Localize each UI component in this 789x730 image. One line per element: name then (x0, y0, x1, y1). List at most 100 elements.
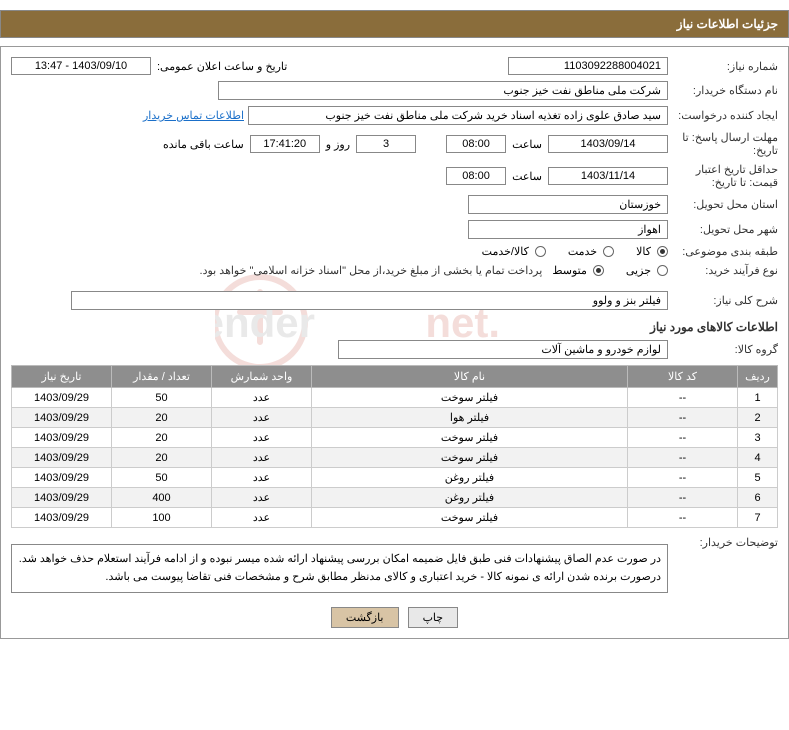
city-label: شهر محل تحویل: (668, 223, 778, 236)
deadline-date-value: 1403/09/14 (548, 135, 668, 153)
cell-name: فیلتر سوخت (312, 428, 628, 448)
table-row: 4--فیلتر سوختعدد201403/09/29 (12, 448, 778, 468)
buyer-notes-box: در صورت عدم الصاق پیشنهادات فنی طبق فایل… (11, 544, 668, 593)
back-button[interactable]: بازگشت (331, 607, 399, 628)
cell-name: فیلتر هوا (312, 408, 628, 428)
col-name: نام کالا (312, 366, 628, 388)
time-left-value: 17:41:20 (250, 135, 320, 153)
need-number-value: 1103092288004021 (508, 57, 668, 75)
cell-qty: 100 (112, 508, 212, 528)
announce-dt-label: تاریخ و ساعت اعلان عمومی: (151, 60, 293, 73)
cell-row: 2 (738, 408, 778, 428)
cell-date: 1403/09/29 (12, 508, 112, 528)
time-label-1: ساعت (506, 138, 548, 151)
radio-service-label: خدمت (568, 245, 597, 258)
cell-row: 4 (738, 448, 778, 468)
cell-qty: 400 (112, 488, 212, 508)
cell-unit: عدد (212, 428, 312, 448)
detail-panel: AriaTender .net شماره نیاز: 110309228800… (0, 46, 789, 639)
province-label: استان محل تحویل: (668, 198, 778, 211)
creator-value: سید صادق علوی زاده تغذیه اسناد خرید شرکت… (248, 106, 668, 125)
buyer-notes-line1: در صورت عدم الصاق پیشنهادات فنی طبق فایل… (18, 551, 661, 569)
deadline-time-value: 08:00 (446, 135, 506, 153)
cell-qty: 20 (112, 448, 212, 468)
cell-date: 1403/09/29 (12, 428, 112, 448)
buyer-org-label: نام دستگاه خریدار: (668, 84, 778, 97)
col-date: تاریخ نیاز (12, 366, 112, 388)
category-radios: کالا خدمت کالا/خدمت (482, 245, 668, 258)
buyer-notes-line2: درصورت برنده شدن ارائه ی نمونه کالا - خر… (18, 569, 661, 587)
validity-label: حداقل تاریخ اعتبار قیمت: تا تاریخ: (668, 163, 778, 189)
table-row: 7--فیلتر سوختعدد1001403/09/29 (12, 508, 778, 528)
group-value: لوازم خودرو و ماشین آلات (338, 340, 668, 359)
cell-date: 1403/09/29 (12, 388, 112, 408)
cell-code: -- (628, 428, 738, 448)
deadline-label: مهلت ارسال پاسخ: تا تاریخ: (668, 131, 778, 157)
process-note: پرداخت تمام یا بخشی از مبلغ خرید،از محل … (200, 264, 543, 277)
cell-date: 1403/09/29 (12, 488, 112, 508)
cell-code: -- (628, 488, 738, 508)
table-row: 3--فیلتر سوختعدد201403/09/29 (12, 428, 778, 448)
print-button[interactable]: چاپ (408, 607, 459, 628)
cell-qty: 20 (112, 428, 212, 448)
cell-unit: عدد (212, 508, 312, 528)
cell-qty: 20 (112, 408, 212, 428)
cell-qty: 50 (112, 388, 212, 408)
remaining-label: ساعت باقی مانده (157, 138, 250, 151)
table-row: 2--فیلتر هواعدد201403/09/29 (12, 408, 778, 428)
cell-code: -- (628, 448, 738, 468)
cell-name: فیلتر سوخت (312, 388, 628, 408)
cell-row: 5 (738, 468, 778, 488)
radio-partial[interactable] (657, 265, 668, 276)
cell-unit: عدد (212, 408, 312, 428)
group-label: گروه کالا: (668, 343, 778, 356)
cell-unit: عدد (212, 468, 312, 488)
radio-both[interactable] (535, 246, 546, 257)
cell-row: 3 (738, 428, 778, 448)
process-label: نوع فرآیند خرید: (668, 264, 778, 277)
col-qty: تعداد / مقدار (112, 366, 212, 388)
cell-date: 1403/09/29 (12, 468, 112, 488)
need-desc-label: شرح کلی نیاز: (668, 294, 778, 307)
radio-partial-label: جزیی (626, 264, 651, 277)
validity-date-value: 1403/11/14 (548, 167, 668, 185)
creator-label: ایجاد کننده درخواست: (668, 109, 778, 122)
days-and-label: روز و (320, 138, 356, 151)
validity-time-value: 08:00 (446, 167, 506, 185)
need-number-label: شماره نیاز: (668, 60, 778, 73)
buyer-contact-link[interactable]: اطلاعات تماس خریدار (143, 109, 244, 122)
table-row: 6--فیلتر روغنعدد4001403/09/29 (12, 488, 778, 508)
city-value: اهواز (468, 220, 668, 239)
radio-goods-label: کالا (636, 245, 651, 258)
radio-both-label: کالا/خدمت (482, 245, 529, 258)
radio-goods[interactable] (657, 246, 668, 257)
cell-name: فیلتر سوخت (312, 448, 628, 468)
cell-name: فیلتر روغن (312, 488, 628, 508)
process-radios: جزیی متوسط (552, 264, 668, 277)
cell-date: 1403/09/29 (12, 408, 112, 428)
days-left-value: 3 (356, 135, 416, 153)
radio-service[interactable] (603, 246, 614, 257)
table-row: 5--فیلتر روغنعدد501403/09/29 (12, 468, 778, 488)
announce-dt-value: 1403/09/10 - 13:47 (11, 57, 151, 75)
cell-code: -- (628, 508, 738, 528)
cell-code: -- (628, 408, 738, 428)
buyer-notes-label: توضیحات خریدار: (668, 536, 778, 549)
radio-medium[interactable] (593, 265, 604, 276)
province-value: خوزستان (468, 195, 668, 214)
need-desc-value: فیلتر بنز و ولوو (71, 291, 668, 310)
cell-date: 1403/09/29 (12, 448, 112, 468)
cell-row: 7 (738, 508, 778, 528)
cell-code: -- (628, 388, 738, 408)
cell-unit: عدد (212, 488, 312, 508)
cell-unit: عدد (212, 448, 312, 468)
cell-unit: عدد (212, 388, 312, 408)
col-code: کد کالا (628, 366, 738, 388)
col-row: ردیف (738, 366, 778, 388)
cell-row: 1 (738, 388, 778, 408)
goods-table: ردیف کد کالا نام کالا واحد شمارش تعداد /… (11, 365, 778, 528)
table-row: 1--فیلتر سوختعدد501403/09/29 (12, 388, 778, 408)
cell-name: فیلتر روغن (312, 468, 628, 488)
goods-section-title: اطلاعات کالاهای مورد نیاز (11, 320, 778, 334)
cell-name: فیلتر سوخت (312, 508, 628, 528)
